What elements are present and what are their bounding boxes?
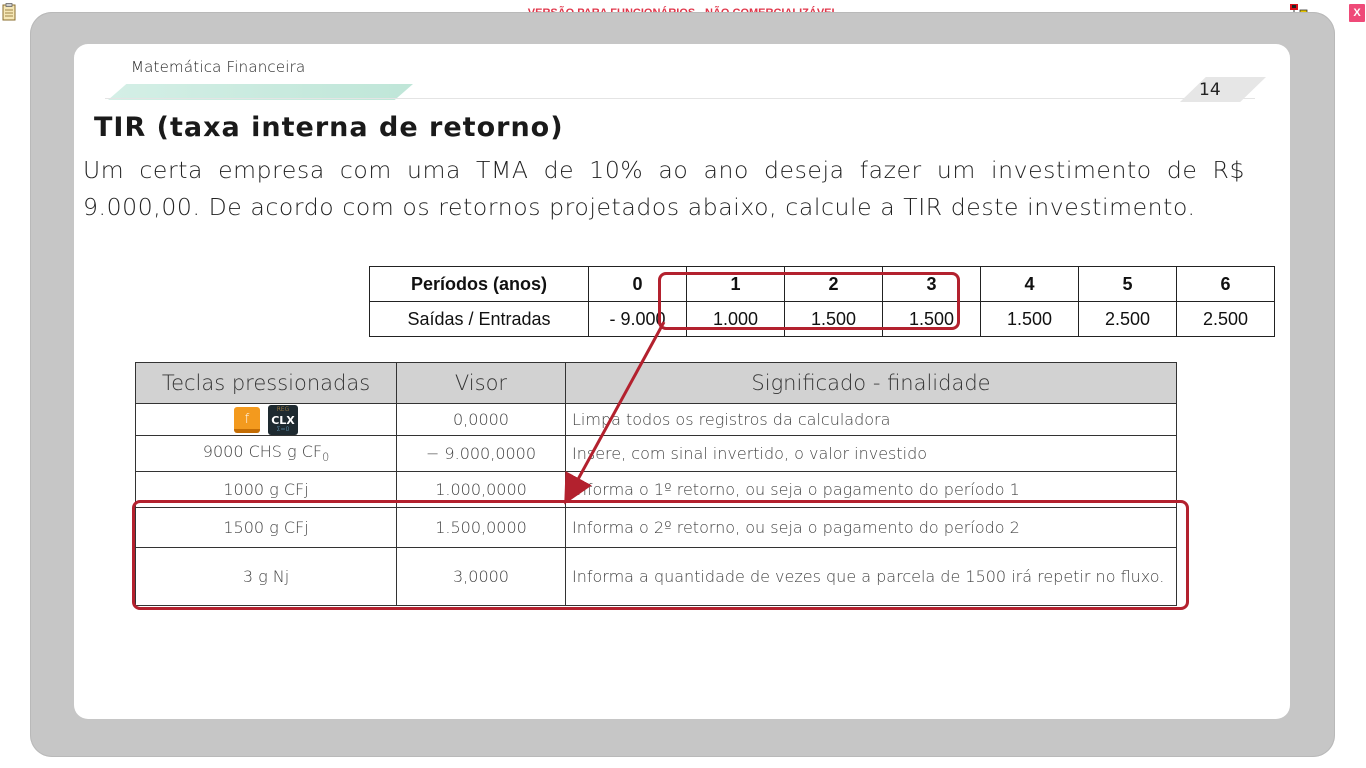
period-cell: 2 [784,266,883,302]
keys-cell: 1500 g CFj [135,507,397,548]
keys-subscript: 0 [322,451,330,465]
subject-label: Matemática Financeira [131,58,306,76]
period-cell: 6 [1176,266,1275,302]
cashflow-cell: 1.000 [686,301,785,337]
cashflow-cell: 1.500 [784,301,883,337]
meaning-cell: Insere, com sinal invertido, o valor inv… [565,435,1177,472]
period-cell: 3 [882,266,981,302]
header-meaning: Significado - finalidade [565,362,1177,404]
cashflow-cell: 1.500 [882,301,981,337]
cashflow-cell: 2.500 [1078,301,1177,337]
slide-title: TIR (taxa interna de retorno) [94,112,564,143]
keys-cell: 9000 CHS g CF0 [135,435,397,472]
table-header: Teclas pressionadas Visor Significado - … [135,362,1177,404]
table-row: f REG CLX Σ=0 0,0000 Limpa todos os registr… [135,403,1177,436]
period-cell: 1 [686,266,785,302]
display-cell: 3,0000 [396,547,566,606]
header-divider [105,98,1255,99]
display-cell: 1.500,0000 [396,507,566,548]
cashflow-cell: 1.500 [980,301,1079,337]
keys-cell: 3 g Nj [135,547,397,606]
problem-statement: Um certa empresa com uma TMA de 10% ao a… [83,156,1245,221]
cashflow-table: Períodos (anos) 0 1 2 3 4 5 6 Saídas / E… [369,266,1275,337]
close-button[interactable]: X [1349,4,1365,22]
period-cell: 5 [1078,266,1177,302]
keys-text: 9000 CHS g CF [202,442,323,462]
calculator-clx-key: REG CLX Σ=0 [268,404,298,435]
table-row: 1500 g CFj 1.500,0000 Informa o 2º retor… [135,507,1177,548]
cashflow-cell: 2.500 [1176,301,1275,337]
calculator-steps-table: Teclas pressionadas Visor Significado - … [135,362,1177,606]
meaning-cell: Informa o 2º retorno, ou seja o pagament… [565,507,1177,548]
page-number: 14 [1199,80,1221,100]
cashflow-values-row: Saídas / Entradas - 9.000 1.000 1.500 1.… [369,301,1275,337]
periods-row: Períodos (anos) 0 1 2 3 4 5 6 [369,266,1275,302]
keys-cell: f REG CLX Σ=0 [135,403,397,436]
clx-bottom-label: Σ=0 [276,425,290,433]
keys-cell: 1000 g CFj [135,471,397,508]
calculator-f-key: f [234,406,260,433]
clx-top-label: REG [276,405,290,413]
period-cell: 0 [588,266,687,302]
meaning-cell: Informa o 1º retorno, ou seja o pagament… [565,471,1177,508]
display-cell: 0,0000 [396,403,566,436]
table-row: 1000 g CFj 1.000,0000 Informa o 1º retor… [135,471,1177,508]
periods-label: Períodos (anos) [369,266,589,302]
table-row: 3 g Nj 3,0000 Informa a quantidade de ve… [135,547,1177,606]
display-cell: − 9.000,0000 [396,435,566,472]
values-label: Saídas / Entradas [369,301,589,337]
cashflow-cell: - 9.000 [588,301,687,337]
display-cell: 1.000,0000 [396,471,566,508]
header-display: Visor [396,362,566,404]
table-row: 9000 CHS g CF0 − 9.000,0000 Insere, com … [135,435,1177,472]
meaning-cell: Limpa todos os registros da calculadora [565,403,1177,436]
header-keys: Teclas pressionadas [135,362,397,404]
period-cell: 4 [980,266,1079,302]
meaning-cell: Informa a quantidade de vezes que a parc… [565,547,1177,606]
